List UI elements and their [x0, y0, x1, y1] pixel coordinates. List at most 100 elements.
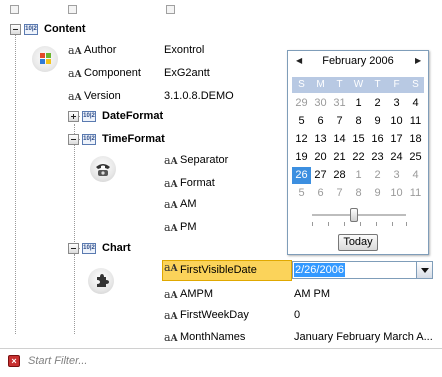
property-value[interactable]: 0: [294, 304, 300, 327]
group-row-content[interactable]: 10|2 Content: [0, 18, 300, 41]
slider-tick: [376, 222, 377, 226]
group-row-chart[interactable]: 10|2 Chart: [66, 237, 286, 260]
group-row-timeformat[interactable]: 10|2 TimeFormat: [66, 128, 286, 151]
calendar-dropdown[interactable]: ◀ February 2006 ▶ SMTWTFS 29 30 31 1 2 3 4 5 6 7 8…: [287, 50, 429, 255]
property-row-ampm[interactable]: aA AMPM AM PM: [162, 283, 434, 306]
calendar-day[interactable]: 18: [406, 131, 425, 148]
property-value[interactable]: Exontrol: [164, 39, 204, 62]
property-value[interactable]: January February March A...: [294, 326, 433, 348]
calendar-day[interactable]: 12: [292, 131, 311, 148]
calendar-day[interactable]: 1: [349, 95, 368, 112]
calendar-day[interactable]: 10: [387, 185, 406, 202]
weekday-label: W: [353, 79, 364, 90]
zoom-slider-thumb[interactable]: [350, 208, 359, 222]
weekday-header: SMTWTFS: [292, 77, 424, 93]
calendar-day[interactable]: 9: [368, 113, 387, 130]
text-property-icon: aA: [164, 261, 178, 274]
calendar-day[interactable]: 24: [387, 149, 406, 166]
slider-tick: [328, 222, 329, 226]
calendar-day[interactable]: 10: [387, 113, 406, 130]
calendar-day[interactable]: 8: [349, 113, 368, 130]
calendar-day[interactable]: 31: [330, 95, 349, 112]
calendar-day[interactable]: 7: [330, 113, 349, 130]
collapse-toggle[interactable]: [68, 134, 79, 145]
calendar-day[interactable]: 16: [368, 131, 387, 148]
group-icon: 10|2: [82, 134, 96, 145]
property-row-am[interactable]: aA AM: [162, 193, 286, 216]
calendar-day[interactable]: 3: [387, 95, 406, 112]
property-label: PM: [180, 221, 197, 233]
column-header: [0, 0, 442, 18]
property-row-component[interactable]: aA Component ExG2antt: [66, 62, 286, 85]
calendar-day[interactable]: 17: [387, 131, 406, 148]
weekday-label: T: [374, 79, 381, 90]
calendar-day[interactable]: 20: [311, 149, 330, 166]
calendar-day[interactable]: 15: [349, 131, 368, 148]
slider-tick: [344, 222, 345, 226]
property-row-firstweekday[interactable]: aA FirstWeekDay 0: [162, 304, 434, 327]
calendar-day[interactable]: 22: [349, 149, 368, 166]
property-label: FirstWeekDay: [180, 309, 249, 321]
close-filter-icon[interactable]: ×: [8, 355, 20, 367]
calendar-day[interactable]: 2: [368, 95, 387, 112]
calendar-day[interactable]: 13: [311, 131, 330, 148]
calendar-day[interactable]: 27: [311, 167, 330, 184]
zoom-slider-track[interactable]: [312, 214, 406, 216]
calendar-day[interactable]: 4: [406, 167, 425, 184]
property-label: MonthNames: [180, 331, 246, 343]
property-row-monthnames[interactable]: aA MonthNames January February March A..…: [162, 326, 434, 348]
property-row-pm[interactable]: aA PM: [162, 216, 286, 239]
next-month-arrow-icon[interactable]: ▶: [415, 56, 421, 65]
calendar-day[interactable]: 2: [368, 167, 387, 184]
weekday-label: T: [336, 79, 343, 90]
property-value[interactable]: AM PM: [294, 283, 330, 306]
right-border: [434, 0, 442, 348]
tree-line: [15, 34, 16, 334]
group-icon: 10|2: [82, 111, 96, 122]
calendar-day[interactable]: 8: [349, 185, 368, 202]
calendar-day[interactable]: 4: [406, 95, 425, 112]
property-row-firstvisibledate[interactable]: aA FirstVisibleDate 2/26/2006: [162, 259, 433, 282]
header-checkbox[interactable]: [166, 5, 175, 14]
calendar-day[interactable]: 26: [292, 167, 311, 184]
calendar-day[interactable]: 6: [311, 113, 330, 130]
calendar-day[interactable]: 30: [311, 95, 330, 112]
expand-toggle[interactable]: [68, 111, 79, 122]
group-icon: 10|2: [82, 243, 96, 254]
date-edit-field[interactable]: 2/26/2006: [292, 261, 417, 279]
calendar-day[interactable]: 5: [292, 113, 311, 130]
collapse-toggle[interactable]: [68, 243, 79, 254]
dropdown-button[interactable]: [416, 261, 433, 279]
date-edit-value[interactable]: 2/26/2006: [294, 263, 345, 277]
calendar-day[interactable]: 28: [330, 167, 349, 184]
weekday-label: F: [393, 79, 400, 90]
text-property-icon: aA: [164, 154, 178, 167]
calendar-day[interactable]: 14: [330, 131, 349, 148]
calendar-day[interactable]: 9: [368, 185, 387, 202]
property-row-separator[interactable]: aA Separator: [162, 149, 286, 172]
calendar-day[interactable]: 23: [368, 149, 387, 166]
header-checkbox[interactable]: [10, 5, 19, 14]
calendar-day[interactable]: 11: [406, 185, 425, 202]
calendar-day[interactable]: 19: [292, 149, 311, 166]
calendar-day[interactable]: 21: [330, 149, 349, 166]
property-row-author[interactable]: aA Author Exontrol: [66, 39, 286, 62]
property-label: Separator: [180, 154, 229, 166]
calendar-day[interactable]: 25: [406, 149, 425, 166]
calendar-day[interactable]: 3: [387, 167, 406, 184]
collapse-toggle[interactable]: [10, 24, 21, 35]
calendar-day[interactable]: 7: [330, 185, 349, 202]
group-row-dateformat[interactable]: 10|2 DateFormat: [66, 105, 286, 128]
property-value[interactable]: ExG2antt: [164, 62, 210, 85]
today-button[interactable]: Today: [338, 234, 378, 251]
filter-placeholder[interactable]: Start Filter...: [28, 355, 88, 367]
header-checkbox[interactable]: [68, 5, 77, 14]
property-row-format[interactable]: aA Format: [162, 172, 286, 195]
calendar-day[interactable]: 5: [292, 185, 311, 202]
property-label: AMPM: [180, 288, 213, 300]
text-property-icon: aA: [68, 67, 82, 80]
calendar-day[interactable]: 1: [349, 167, 368, 184]
calendar-day[interactable]: 29: [292, 95, 311, 112]
calendar-day[interactable]: 6: [311, 185, 330, 202]
calendar-day[interactable]: 11: [406, 113, 425, 130]
